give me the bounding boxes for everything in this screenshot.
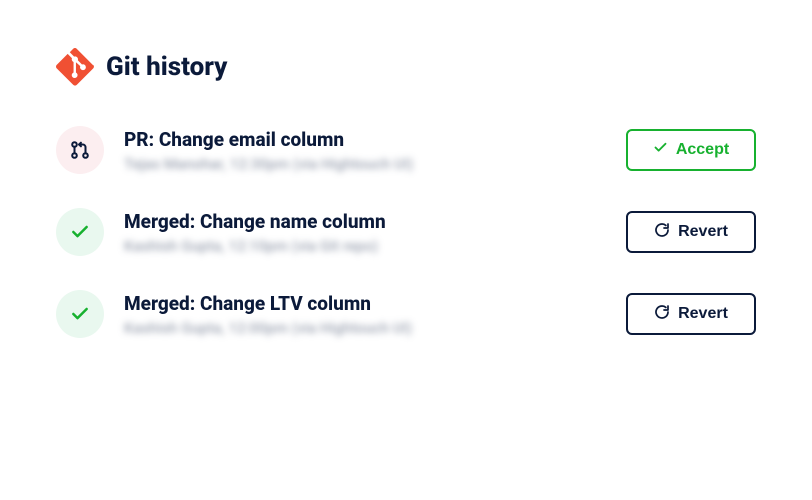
history-item-meta: Kashish Gupta, 12:00pm (via Hightouch UI…: [124, 319, 606, 337]
accept-button[interactable]: Accept: [626, 129, 756, 171]
git-logo-icon: [56, 48, 94, 86]
history-list: PR: Change email column Tejas Manohar, 1…: [56, 126, 756, 338]
page-title: Git history: [106, 52, 227, 82]
history-item-meta: Kashish Gupta, 12:10pm (via Git repo): [124, 237, 606, 255]
history-item-content: Merged: Change name column Kashish Gupta…: [124, 210, 606, 255]
history-item: Merged: Change name column Kashish Gupta…: [56, 208, 756, 256]
revert-button-label: Revert: [678, 305, 728, 323]
history-item: PR: Change email column Tejas Manohar, 1…: [56, 126, 756, 174]
refresh-icon: [654, 222, 670, 243]
history-item-title: Merged: Change name column: [124, 210, 606, 233]
history-item-content: Merged: Change LTV column Kashish Gupta,…: [124, 292, 606, 337]
history-item-title: PR: Change email column: [124, 128, 606, 151]
refresh-icon: [654, 304, 670, 325]
pr-icon: [56, 126, 104, 174]
revert-button-label: Revert: [678, 223, 728, 241]
merged-icon: [56, 208, 104, 256]
merged-icon: [56, 290, 104, 338]
revert-button[interactable]: Revert: [626, 211, 756, 253]
history-item: Merged: Change LTV column Kashish Gupta,…: [56, 290, 756, 338]
history-item-title: Merged: Change LTV column: [124, 292, 606, 315]
check-icon: [653, 140, 668, 160]
history-item-meta: Tejas Manohar, 12:30pm (via Hightouch UI…: [124, 155, 606, 173]
page-header: Git history: [56, 48, 756, 86]
accept-button-label: Accept: [676, 141, 729, 159]
history-item-content: PR: Change email column Tejas Manohar, 1…: [124, 128, 606, 173]
revert-button[interactable]: Revert: [626, 293, 756, 335]
